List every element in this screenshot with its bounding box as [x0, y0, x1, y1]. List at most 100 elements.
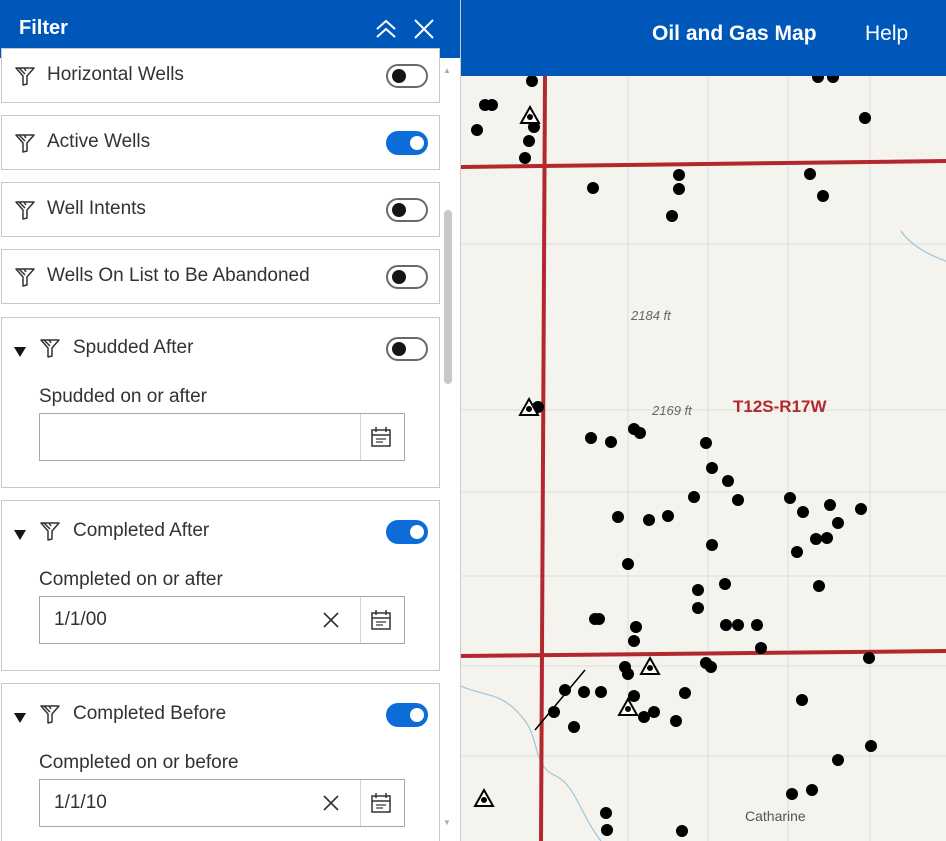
close-icon[interactable]	[409, 14, 439, 44]
filter-icon	[14, 65, 36, 87]
well-dot[interactable]	[855, 503, 867, 515]
well-dot[interactable]	[827, 76, 839, 83]
filter-icon	[39, 337, 61, 359]
well-dot[interactable]	[634, 427, 646, 439]
well-intent-center	[625, 706, 631, 712]
well-dot[interactable]	[865, 740, 877, 752]
caret-down-icon[interactable]	[14, 344, 26, 357]
well-dot[interactable]	[863, 652, 875, 664]
scroll-thumb[interactable]	[444, 210, 452, 384]
map-canvas[interactable]	[461, 76, 946, 841]
well-dot[interactable]	[706, 462, 718, 474]
well-dot[interactable]	[519, 152, 531, 164]
well-dot[interactable]	[676, 825, 688, 837]
well-dot[interactable]	[824, 499, 836, 511]
well-dot[interactable]	[688, 491, 700, 503]
help-link[interactable]: Help	[865, 22, 908, 46]
toggle-switch[interactable]	[386, 265, 428, 289]
well-dot[interactable]	[600, 807, 612, 819]
date-value: 1/1/10	[54, 792, 107, 813]
well-dot[interactable]	[797, 506, 809, 518]
well-dot[interactable]	[821, 532, 833, 544]
scroll-down-arrow-icon[interactable]: ▼	[443, 818, 451, 827]
well-dot[interactable]	[722, 475, 734, 487]
well-dot[interactable]	[813, 580, 825, 592]
well-dot[interactable]	[601, 824, 613, 836]
well-dot[interactable]	[622, 668, 634, 680]
well-dot[interactable]	[812, 76, 824, 83]
well-dot[interactable]	[622, 558, 634, 570]
well-dot[interactable]	[670, 715, 682, 727]
spudded-after-date-input[interactable]	[39, 413, 405, 461]
toggle-switch[interactable]	[386, 520, 428, 544]
well-dot[interactable]	[612, 511, 624, 523]
toggle-switch[interactable]	[386, 337, 428, 361]
well-dot[interactable]	[585, 432, 597, 444]
well-dot[interactable]	[732, 494, 744, 506]
toggle-switch[interactable]	[386, 198, 428, 222]
township-label: T12S-R17W	[733, 397, 827, 416]
divider	[360, 597, 361, 643]
well-dot[interactable]	[587, 182, 599, 194]
filter-icon	[14, 266, 36, 288]
well-dot[interactable]	[832, 754, 844, 766]
well-dot[interactable]	[719, 578, 731, 590]
well-dot[interactable]	[732, 619, 744, 631]
well-dot[interactable]	[673, 183, 685, 195]
caret-down-icon[interactable]	[14, 710, 26, 723]
well-dot[interactable]	[673, 169, 685, 181]
filter-card-completed-before: Completed Before Completed on or before …	[1, 683, 440, 841]
well-dot[interactable]	[648, 706, 660, 718]
well-dot[interactable]	[471, 124, 483, 136]
scroll-up-arrow-icon[interactable]: ▲	[443, 66, 451, 75]
well-dot[interactable]	[859, 112, 871, 124]
well-dot[interactable]	[628, 635, 640, 647]
well-dot[interactable]	[595, 686, 607, 698]
well-dot[interactable]	[705, 661, 717, 673]
toggle-switch[interactable]	[386, 64, 428, 88]
clear-icon[interactable]	[321, 793, 341, 813]
well-dot[interactable]	[791, 546, 803, 558]
clear-icon[interactable]	[321, 610, 341, 630]
completed-after-date-input[interactable]: 1/1/00	[39, 596, 405, 644]
road-grid	[461, 76, 946, 841]
calendar-icon[interactable]	[370, 609, 392, 631]
well-dot[interactable]	[804, 168, 816, 180]
well-dot[interactable]	[817, 190, 829, 202]
well-dot[interactable]	[578, 686, 590, 698]
well-dot[interactable]	[666, 210, 678, 222]
calendar-icon[interactable]	[370, 426, 392, 448]
panel-scrollbar[interactable]	[440, 58, 454, 833]
toggle-switch[interactable]	[386, 131, 428, 155]
well-dot[interactable]	[810, 533, 822, 545]
completed-before-date-input[interactable]: 1/1/10	[39, 779, 405, 827]
well-dot[interactable]	[679, 687, 691, 699]
well-dot[interactable]	[786, 788, 798, 800]
toggle-switch[interactable]	[386, 703, 428, 727]
double-chevron-up-icon[interactable]	[371, 14, 401, 44]
well-intent-center	[481, 797, 487, 803]
well-dot[interactable]	[784, 492, 796, 504]
map-view[interactable]: T12S-R17W 2184 ft 2169 ft Catharine	[461, 76, 946, 841]
well-dot[interactable]	[692, 602, 704, 614]
well-dot[interactable]	[605, 436, 617, 448]
well-dot[interactable]	[523, 135, 535, 147]
well-dot[interactable]	[700, 437, 712, 449]
well-dot[interactable]	[568, 721, 580, 733]
caret-down-icon[interactable]	[14, 527, 26, 540]
well-dot[interactable]	[630, 621, 642, 633]
well-dot[interactable]	[806, 784, 818, 796]
well-dot[interactable]	[486, 99, 498, 111]
well-dot[interactable]	[720, 619, 732, 631]
well-dot[interactable]	[692, 584, 704, 596]
well-dot[interactable]	[593, 613, 605, 625]
well-dot[interactable]	[751, 619, 763, 631]
well-dot[interactable]	[832, 517, 844, 529]
well-dot[interactable]	[643, 514, 655, 526]
well-dot[interactable]	[706, 539, 718, 551]
well-dot[interactable]	[526, 76, 538, 87]
well-dot[interactable]	[796, 694, 808, 706]
well-dot[interactable]	[662, 510, 674, 522]
well-dot[interactable]	[755, 642, 767, 654]
calendar-icon[interactable]	[370, 792, 392, 814]
